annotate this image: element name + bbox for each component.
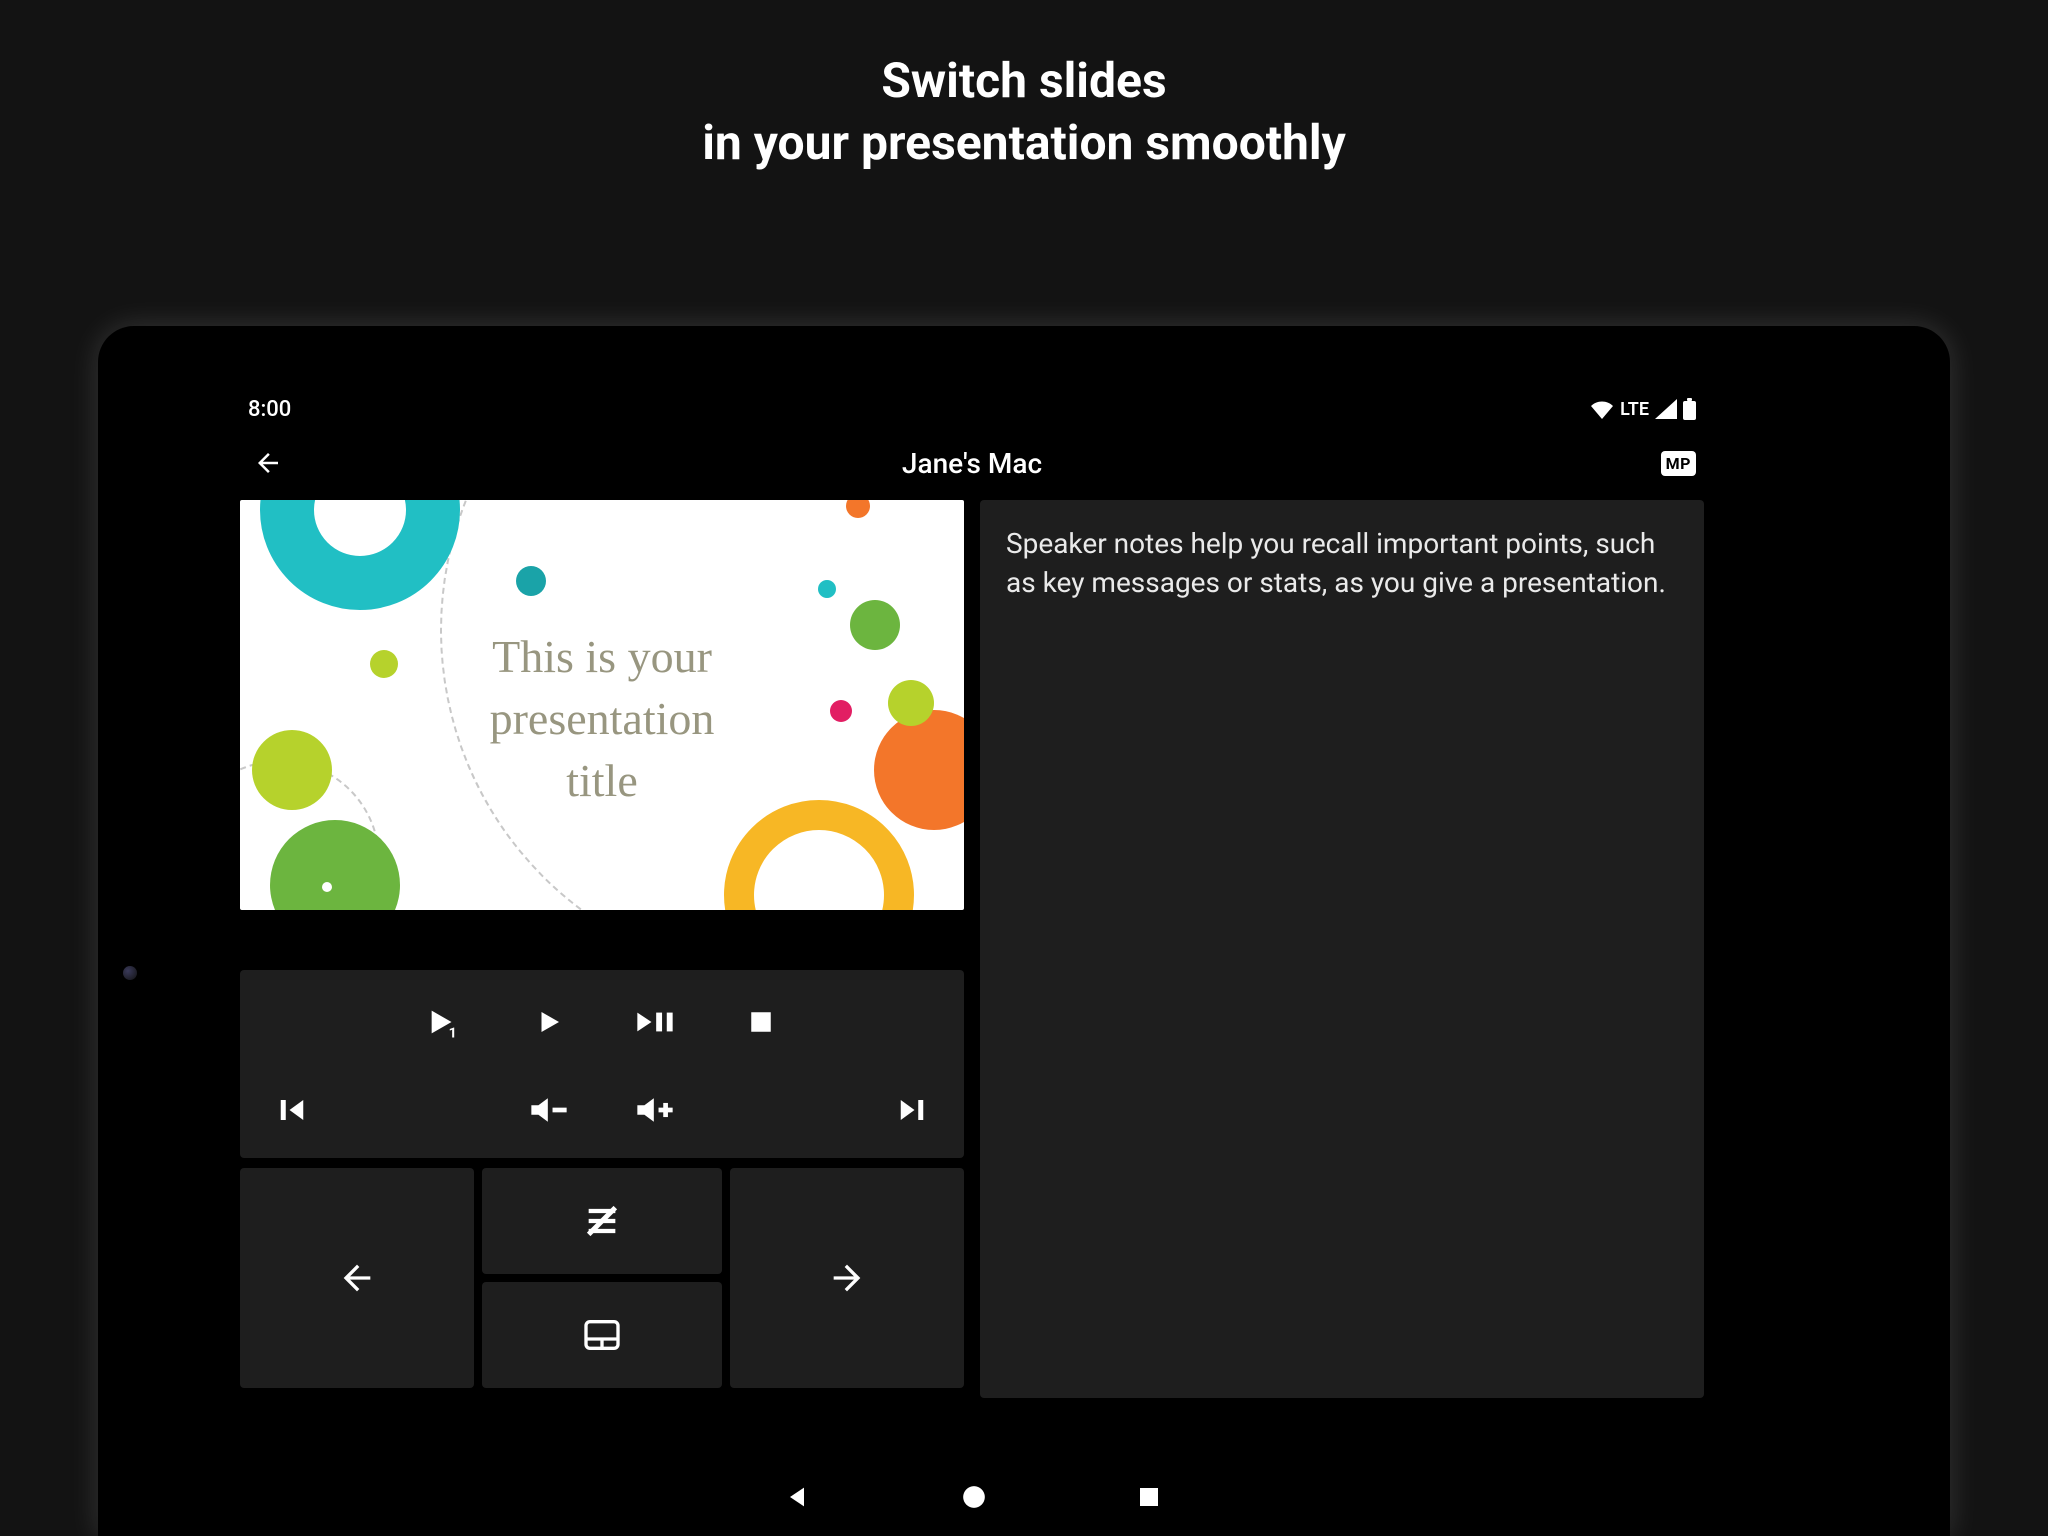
status-indicators: LTE [1590,398,1696,420]
play-from-start-icon: 1 [426,1005,460,1039]
nav-recent-icon [1137,1485,1161,1509]
play-button[interactable] [525,998,573,1046]
volume-down-button[interactable] [525,1086,573,1134]
promo-line-2: in your presentation smoothly [0,112,2048,174]
touchpad-icon [583,1319,621,1351]
nav-back-button[interactable] [783,1483,811,1515]
status-time: 8:00 [248,397,291,422]
first-slide-icon [275,1095,309,1125]
decor-circle-lime-1 [252,730,332,810]
play-icon [534,1007,564,1037]
playback-controls: 1 [240,970,964,1158]
back-button[interactable] [248,443,288,483]
black-screen-button[interactable] [482,1168,722,1274]
no-slides-icon [582,1201,622,1241]
stop-button[interactable] [737,998,785,1046]
back-arrow-icon [253,448,283,478]
arrow-left-icon [337,1258,377,1298]
volume-down-icon [529,1095,569,1125]
touchpad-button[interactable] [482,1282,722,1388]
first-slide-button[interactable] [268,1086,316,1134]
play-pause-icon [635,1007,675,1037]
device-screen: 8:00 LTE Jane's Mac MP [232,386,1712,1536]
play-from-start-button[interactable]: 1 [419,998,467,1046]
promo-heading: Switch slides in your presentation smoot… [0,50,2048,175]
play-pause-button[interactable] [631,998,679,1046]
slide-title: This is your presentation title [390,626,814,812]
app-bar: Jane's Mac MP [232,432,1712,494]
volume-up-icon [635,1095,675,1125]
speaker-notes-panel[interactable]: Speaker notes help you recall important … [980,500,1704,1398]
next-slide-button[interactable] [730,1168,964,1388]
decor-dot-green [850,600,900,650]
promo-line-1: Switch slides [0,50,2048,112]
nav-recent-button[interactable] [1137,1485,1161,1513]
decor-ring-teal [260,500,460,610]
connected-device-title: Jane's Mac [232,447,1712,480]
decor-dot-teal-2 [818,580,836,598]
status-bar: 8:00 LTE [232,386,1712,432]
decor-dot-teal-1 [516,566,546,596]
nav-home-button[interactable] [961,1484,987,1514]
previous-slide-button[interactable] [240,1168,474,1388]
mp-badge[interactable]: MP [1661,451,1696,476]
svg-text:1: 1 [449,1026,457,1039]
last-slide-button[interactable] [888,1086,936,1134]
nav-back-icon [783,1483,811,1511]
nav-home-icon [961,1484,987,1510]
navigation-grid [240,1168,964,1388]
wifi-icon [1590,399,1614,419]
signal-icon [1655,399,1677,419]
battery-icon [1683,398,1696,420]
tablet-frame: 8:00 LTE Jane's Mac MP [98,326,1950,1536]
network-label: LTE [1620,399,1649,420]
stop-icon [748,1009,774,1035]
decor-dot-lime [888,680,934,726]
decor-circle-green-dot [322,882,332,892]
camera-dot [123,966,137,980]
last-slide-icon [895,1095,929,1125]
speaker-notes-text: Speaker notes help you recall important … [1006,527,1666,599]
android-nav-bar [232,1462,1712,1536]
decor-dot-pink [830,700,852,722]
slide-preview[interactable]: This is your presentation title [240,500,964,910]
arrow-right-icon [827,1258,867,1298]
volume-up-button[interactable] [631,1086,679,1134]
